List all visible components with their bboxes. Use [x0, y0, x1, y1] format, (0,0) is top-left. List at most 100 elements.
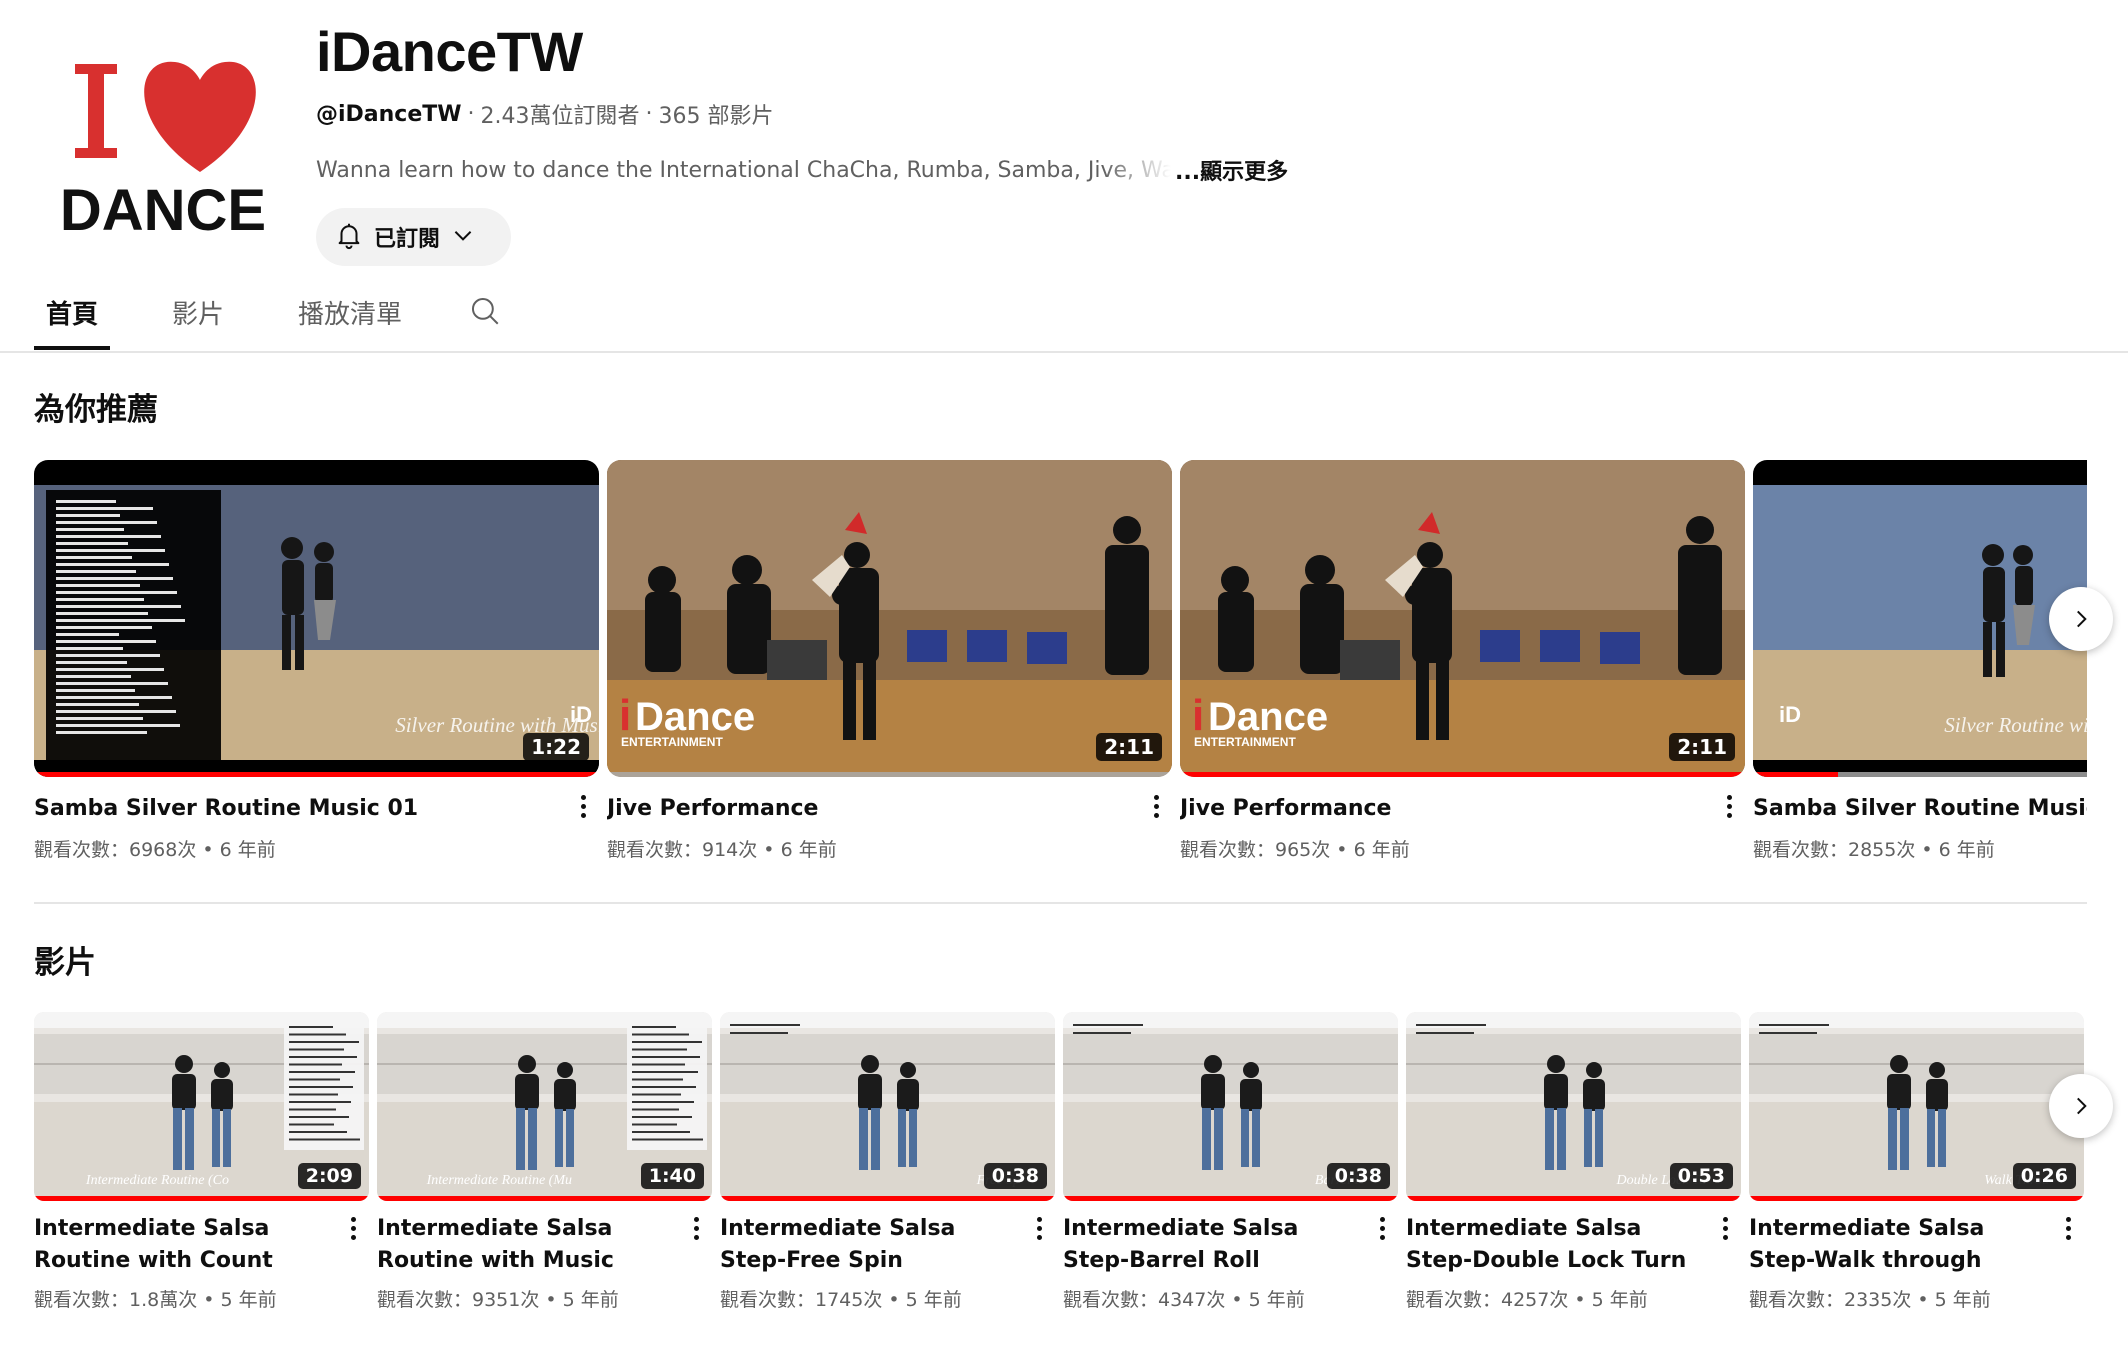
channel-avatar[interactable]: DANCE — [55, 52, 275, 242]
meta-separator: ‧ — [645, 101, 653, 127]
video-duration: 2:11 — [1096, 733, 1162, 761]
progress-track — [607, 772, 1172, 777]
video-title[interactable]: Intermediate Salsa Routine with Count — [34, 1213, 369, 1277]
more-vert-icon[interactable] — [686, 1212, 706, 1244]
videos-next-button[interactable] — [2049, 1074, 2113, 1138]
upload-age: 5 年前 — [220, 1289, 277, 1311]
video-meta: 觀看次數：965次 • 6 年前 — [1180, 835, 1745, 862]
video-card[interactable]: Barrel R 0:38 Intermediate Salsa Step-Bar… — [1063, 1012, 1398, 1312]
video-duration: 1:22 — [523, 733, 589, 761]
tabs-divider — [0, 351, 2128, 353]
video-title[interactable]: Jive Performance — [1180, 793, 1745, 825]
video-meta: 觀看次數：1745次 • 5 年前 — [720, 1285, 1055, 1312]
more-vert-icon[interactable] — [1715, 1212, 1735, 1244]
meta-separator: • — [1330, 839, 1354, 861]
show-more-link[interactable]: ...顯示更多 — [1175, 154, 1288, 186]
channel-handle[interactable]: @iDanceTW — [316, 102, 462, 127]
video-meta: 觀看次數：4347次 • 5 年前 — [1063, 1285, 1398, 1312]
tab-home[interactable]: 首頁 — [34, 284, 111, 350]
subscribed-label: 已訂閱 — [374, 227, 441, 252]
more-vert-icon[interactable] — [1372, 1212, 1392, 1244]
upload-age: 5 年前 — [905, 1289, 962, 1311]
video-count: 365 部影片 — [658, 104, 774, 129]
view-count: 觀看次數：2855次 — [1753, 839, 1916, 861]
video-meta: 觀看次數：9351次 • 5 年前 — [377, 1285, 712, 1312]
upload-age: 5 年前 — [1248, 1289, 1305, 1311]
more-vert-icon[interactable] — [343, 1212, 363, 1244]
video-card[interactable]: Intermediate Routine (Co 2:09 Intermediat… — [34, 1012, 369, 1312]
video-thumbnail[interactable]: Intermediate Routine (Mu 1:40 — [377, 1012, 712, 1201]
tab-playlists[interactable]: 播放清單 — [286, 284, 414, 350]
view-count: 觀看次數：9351次 — [377, 1289, 540, 1311]
video-title[interactable]: Jive Performance — [607, 793, 1172, 825]
video-duration: 0:26 — [2012, 1163, 2076, 1189]
meta-separator: • — [197, 1289, 221, 1311]
video-card[interactable]: Intermediate Routine (Mu 1:40 Intermediat… — [377, 1012, 712, 1312]
meta-separator: ‧ — [467, 101, 475, 127]
svg-text:iD: iD — [1779, 702, 1801, 727]
svg-text:Intermediate Routine (Mu: Intermediate Routine (Mu — [426, 1173, 572, 1188]
svg-text:Intermediate Routine (Co: Intermediate Routine (Co — [85, 1173, 229, 1188]
video-title[interactable]: Samba Silver Routine Music 02 — [1753, 793, 2087, 825]
watch-progress-bar — [34, 1196, 369, 1201]
video-thumbnail[interactable]: Double Lock Tu 0:53 — [1406, 1012, 1741, 1201]
meta-separator: • — [1911, 1289, 1935, 1311]
video-meta: 觀看次數：914次 • 6 年前 — [607, 835, 1172, 862]
video-card[interactable]: Free Sp 0:38 Intermediate Salsa Step-Free… — [720, 1012, 1055, 1312]
video-meta: 觀看次數：2855次 • 6 年前 — [1753, 835, 2087, 862]
upload-age: 5 年前 — [562, 1289, 619, 1311]
recommended-heading: 為你推薦 — [34, 392, 158, 428]
more-vert-icon[interactable] — [2058, 1212, 2078, 1244]
video-card[interactable]: Double Lock Tu 0:53 Intermediate Salsa St… — [1406, 1012, 1741, 1312]
videos-shelf: Intermediate Routine (Co 2:09 Intermediat… — [34, 1012, 2087, 1350]
tab-videos[interactable]: 影片 — [160, 284, 236, 350]
video-title[interactable]: Intermediate Salsa Step-Walk through — [1749, 1213, 2084, 1277]
subscribed-button[interactable]: 已訂閱 — [316, 208, 511, 266]
view-count: 觀看次數：2335次 — [1749, 1289, 1912, 1311]
upload-age: 6 年前 — [219, 839, 276, 861]
chevron-down-icon — [450, 222, 476, 252]
recommended-video-card[interactable]: i Dance ENTERTAINMENT 2:11 Jive Performan… — [1180, 460, 1745, 862]
video-thumbnail[interactable]: Free Sp 0:38 — [720, 1012, 1055, 1201]
video-title[interactable]: Samba Silver Routine Music 01 — [34, 793, 599, 825]
video-thumbnail[interactable]: Silver Routine with Music iD — [1753, 460, 2087, 777]
video-duration: 0:38 — [1326, 1163, 1390, 1189]
video-meta: 觀看次數：2335次 • 5 年前 — [1749, 1285, 2084, 1312]
upload-age: 5 年前 — [1934, 1289, 1991, 1311]
view-count: 觀看次數：1.8萬次 — [34, 1289, 198, 1311]
video-title[interactable]: Intermediate Salsa Routine with Music — [377, 1213, 712, 1277]
upload-age: 6 年前 — [780, 839, 837, 861]
svg-text:ENTERTAINMENT: ENTERTAINMENT — [1194, 735, 1296, 749]
video-title[interactable]: Intermediate Salsa Step-Double Lock Turn — [1406, 1213, 1741, 1277]
chevron-right-icon — [2077, 1097, 2087, 1115]
watch-progress-bar — [1063, 1196, 1398, 1201]
recommended-video-card[interactable]: Silver Routine with Music iD 1:22 Samba S… — [34, 460, 599, 862]
video-thumbnail[interactable]: Silver Routine with Music iD 1:22 — [34, 460, 599, 777]
video-duration: 0:53 — [1669, 1163, 1733, 1189]
more-vert-icon[interactable] — [573, 790, 593, 822]
more-vert-icon[interactable] — [1146, 790, 1166, 822]
video-thumbnail[interactable]: Barrel R 0:38 — [1063, 1012, 1398, 1201]
video-card[interactable]: Walk Throu 0:26 Intermediate Salsa Step-W… — [1749, 1012, 2084, 1312]
video-title[interactable]: Intermediate Salsa Step-Barrel Roll — [1063, 1213, 1398, 1277]
more-vert-icon[interactable] — [1029, 1212, 1049, 1244]
more-vert-icon[interactable] — [1719, 790, 1739, 822]
subscriber-count: 2.43萬位訂閱者 — [480, 104, 640, 129]
recommended-video-card[interactable]: i Dance ENTERTAINMENT 2:11 Jive Performan… — [607, 460, 1172, 862]
recommended-next-button[interactable] — [2049, 587, 2113, 651]
video-title[interactable]: Intermediate Salsa Step-Free Spin — [720, 1213, 1055, 1277]
meta-separator: • — [1225, 1289, 1249, 1311]
search-icon[interactable] — [468, 284, 502, 332]
watch-progress-bar — [34, 772, 599, 777]
svg-text:iD: iD — [570, 702, 592, 727]
watch-progress-bar — [1406, 1196, 1741, 1201]
video-thumbnail[interactable]: i Dance ENTERTAINMENT 2:11 — [1180, 460, 1745, 777]
video-thumbnail[interactable]: Intermediate Routine (Co 2:09 — [34, 1012, 369, 1201]
video-thumbnail[interactable]: Walk Throu 0:26 — [1749, 1012, 2084, 1201]
videos-heading: 影片 — [34, 945, 96, 981]
meta-separator: • — [1568, 1289, 1592, 1311]
section-divider — [34, 902, 2087, 904]
video-thumbnail[interactable]: i Dance ENTERTAINMENT 2:11 — [607, 460, 1172, 777]
channel-description[interactable]: Wanna learn how to dance the Internation… — [316, 154, 1288, 186]
recommended-video-card[interactable]: Silver Routine with Music iD Samba Silve… — [1753, 460, 2087, 862]
